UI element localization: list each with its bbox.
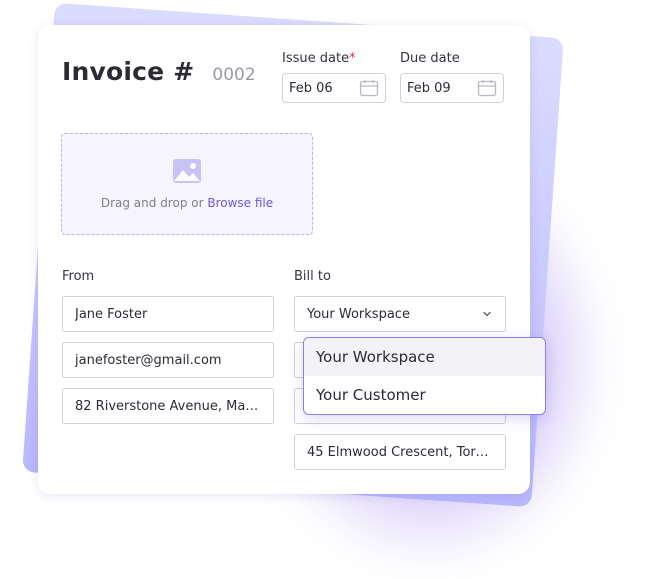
bill-to-select[interactable]: Your Workspace	[294, 296, 506, 332]
from-email-field[interactable]: janefoster@gmail.com	[62, 342, 274, 378]
dropdown-option-your-customer[interactable]: Your Customer	[304, 376, 545, 414]
upload-instructions: Drag and drop or Browse file	[100, 196, 274, 210]
from-label: From	[62, 269, 95, 284]
issue-date-value: Feb 06	[289, 80, 333, 96]
browse-file-link[interactable]: Browse file	[207, 196, 273, 210]
invoice-header: Invoice # 0002	[62, 57, 256, 86]
calendar-icon[interactable]	[477, 79, 497, 97]
bill-to-address-field[interactable]: 45 Elmwood Crescent, Toronto	[294, 434, 506, 470]
from-name-field[interactable]: Jane Foster	[62, 296, 274, 332]
from-email-value: janefoster@gmail.com	[75, 352, 222, 368]
dropdown-option-your-workspace[interactable]: Your Workspace	[304, 338, 545, 376]
invoice-illustration: Invoice # 0002 Issue date* Feb 06 Due da…	[0, 0, 654, 579]
logo-upload-dropzone[interactable]: Drag and drop or Browse file	[61, 133, 313, 235]
from-address-value: 82 Riverstone Avenue, Manchester	[75, 398, 261, 414]
chevron-down-icon[interactable]	[481, 308, 493, 320]
invoice-card: Invoice # 0002 Issue date* Feb 06 Due da…	[38, 25, 530, 494]
due-date-value: Feb 09	[407, 80, 451, 96]
from-address-field[interactable]: 82 Riverstone Avenue, Manchester	[62, 388, 274, 424]
image-icon	[172, 158, 202, 184]
due-date-label: Due date	[400, 51, 460, 66]
required-marker: *	[349, 51, 356, 66]
bill-to-label: Bill to	[294, 269, 331, 284]
from-name-value: Jane Foster	[75, 306, 148, 322]
issue-date-label: Issue date*	[282, 51, 356, 66]
due-date-input[interactable]: Feb 09	[400, 73, 504, 103]
due-date-group: Due date Feb 09	[400, 51, 504, 103]
calendar-icon[interactable]	[359, 79, 379, 97]
bill-to-selected-value: Your Workspace	[307, 306, 410, 322]
bill-to-dropdown-menu: Your Workspace Your Customer	[303, 337, 546, 415]
issue-date-input[interactable]: Feb 06	[282, 73, 386, 103]
invoice-title: Invoice #	[62, 57, 195, 86]
bill-to-address-value: 45 Elmwood Crescent, Toronto	[307, 444, 493, 460]
invoice-number[interactable]: 0002	[212, 65, 255, 85]
issue-date-group: Issue date* Feb 06	[282, 51, 386, 103]
